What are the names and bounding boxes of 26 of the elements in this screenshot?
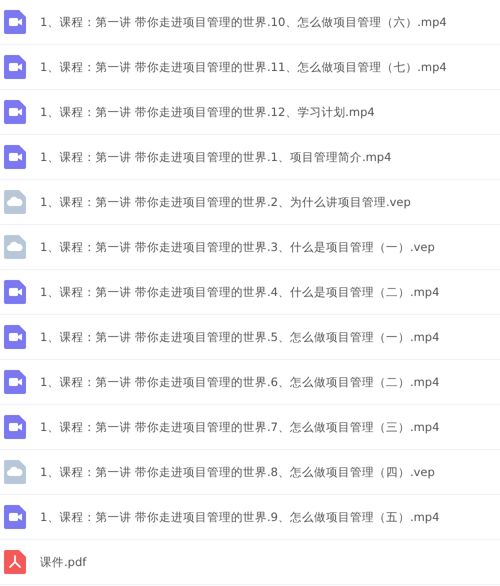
file-name[interactable]: 1、课程：第一讲 带你走进项目管理的世界.4、什么是项目管理（二）.mp4 — [40, 284, 440, 300]
file-name[interactable]: 1、课程：第一讲 带你走进项目管理的世界.5、怎么做项目管理（一）.mp4 — [40, 330, 440, 344]
cloud-file-icon — [4, 235, 26, 259]
pdf-file-icon — [4, 550, 26, 574]
file-name[interactable]: 1、课程：第一讲 带你走进项目管理的世界.3、什么是项目管理（一）.vep — [40, 240, 435, 254]
file-name[interactable]: 1、课程：第一讲 带你走进项目管理的世界.7、怎么做项目管理（三）.mp4 — [40, 420, 440, 434]
video-file-icon — [4, 415, 26, 439]
file-name[interactable]: 1、课程：第一讲 带你走进项目管理的世界.1、项目管理简介.mp4 — [40, 150, 392, 164]
video-file-icon — [4, 145, 26, 169]
file-name[interactable]: 课件.pdf — [40, 554, 86, 570]
video-file-icon — [4, 370, 26, 394]
file-name[interactable]: 1、课程：第一讲 带你走进项目管理的世界.8、怎么做项目管理（四）.vep — [40, 464, 435, 480]
video-file-icon — [4, 100, 26, 124]
cloud-file-icon — [4, 190, 26, 214]
file-name[interactable]: 1、课程：第一讲 带你走进项目管理的世界.9、怎么做项目管理（五）.mp4 — [40, 510, 440, 524]
video-file-icon — [4, 325, 26, 349]
video-file-icon — [4, 10, 26, 34]
file-name[interactable]: 1、课程：第一讲 带你走进项目管理的世界.6、怎么做项目管理（二）.mp4 — [40, 374, 440, 390]
video-file-icon — [4, 55, 26, 79]
file-name[interactable]: 1、课程：第一讲 带你走进项目管理的世界.10、怎么做项目管理（六）.mp4 — [40, 14, 447, 30]
cloud-file-icon — [4, 460, 26, 484]
file-name[interactable]: 1、课程：第一讲 带你走进项目管理的世界.11、怎么做项目管理（七）.mp4 — [40, 60, 447, 74]
file-name[interactable]: 1、课程：第一讲 带你走进项目管理的世界.2、为什么讲项目管理.vep — [40, 194, 411, 210]
video-file-icon — [4, 280, 26, 304]
video-file-icon — [4, 505, 26, 529]
file-name[interactable]: 1、课程：第一讲 带你走进项目管理的世界.12、学习计划.mp4 — [40, 104, 375, 120]
